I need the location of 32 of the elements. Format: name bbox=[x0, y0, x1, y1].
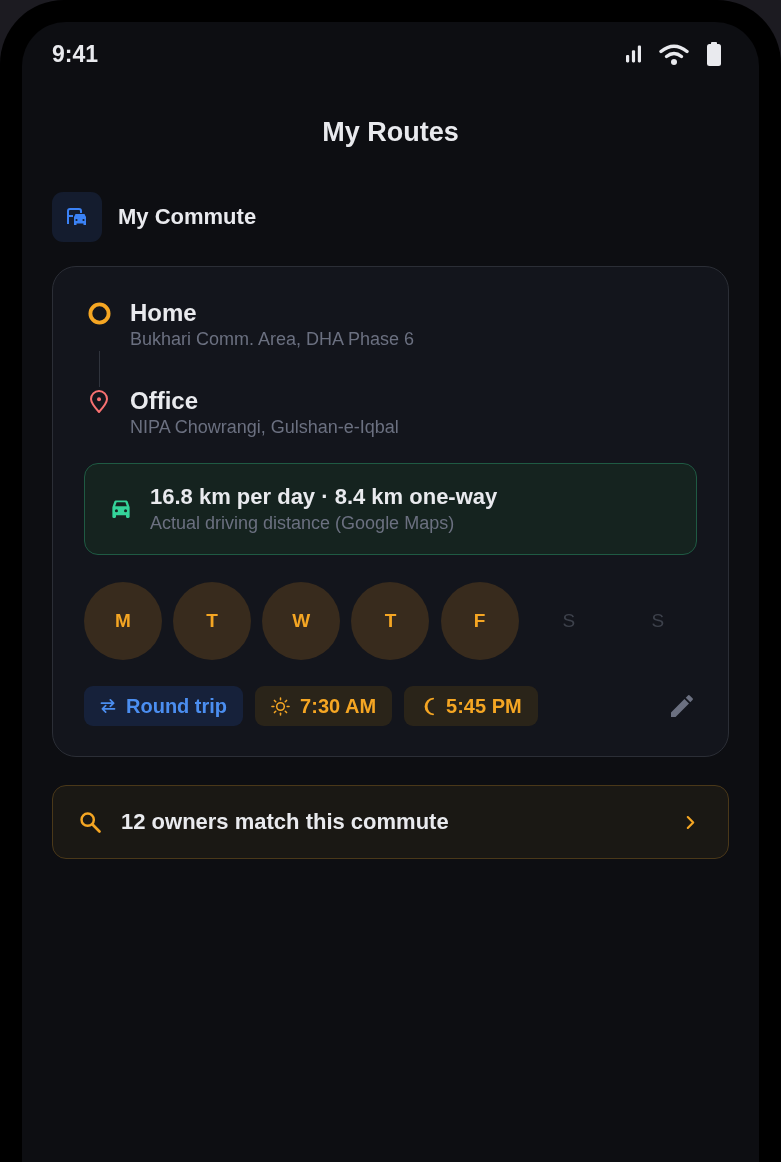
status-time: 9:41 bbox=[52, 40, 99, 68]
day-toggle[interactable]: F bbox=[440, 582, 519, 660]
map-pin-icon bbox=[88, 390, 110, 414]
wifi-icon bbox=[659, 43, 689, 65]
ring-icon bbox=[87, 302, 111, 325]
chip-label: 7:30 AM bbox=[300, 694, 377, 718]
owner-matches-button[interactable]: 12 owners match this commute bbox=[52, 785, 729, 859]
stop-address: Bukhari Comm. Area, DHA Phase 6 bbox=[130, 328, 415, 351]
day-toggle[interactable]: W bbox=[262, 582, 341, 660]
day-toggle[interactable]: M bbox=[84, 582, 162, 660]
signal-icon bbox=[626, 45, 641, 63]
day-toggle[interactable]: T bbox=[351, 582, 430, 660]
route-connector bbox=[98, 351, 100, 387]
pencil-icon[interactable] bbox=[671, 695, 693, 717]
battery-icon bbox=[707, 42, 721, 66]
stop-name: Home bbox=[130, 299, 197, 327]
moon-icon bbox=[424, 696, 437, 716]
distance-title: 16.8 km per day · 8.4 km one-way bbox=[150, 483, 498, 511]
search-icon bbox=[80, 811, 101, 833]
chip-label: Round trip bbox=[126, 694, 228, 718]
chevron-icon bbox=[686, 814, 695, 830]
section-title: My Commute bbox=[118, 204, 257, 230]
stop-name: Office bbox=[130, 387, 198, 415]
day-toggle[interactable]: T bbox=[173, 582, 252, 660]
distance-subtitle: Actual driving distance (Google Maps) bbox=[150, 512, 455, 535]
car-icon bbox=[110, 499, 132, 519]
page-title: My Routes bbox=[321, 116, 460, 148]
chip-label: 5:45 PM bbox=[446, 694, 522, 718]
swap-arrows-icon bbox=[100, 699, 116, 713]
stop-address: NIPA Chowrangi, Gulshan-e-Iqbal bbox=[130, 416, 399, 439]
sun-icon bbox=[271, 696, 291, 716]
vehicles-icon bbox=[52, 192, 102, 242]
